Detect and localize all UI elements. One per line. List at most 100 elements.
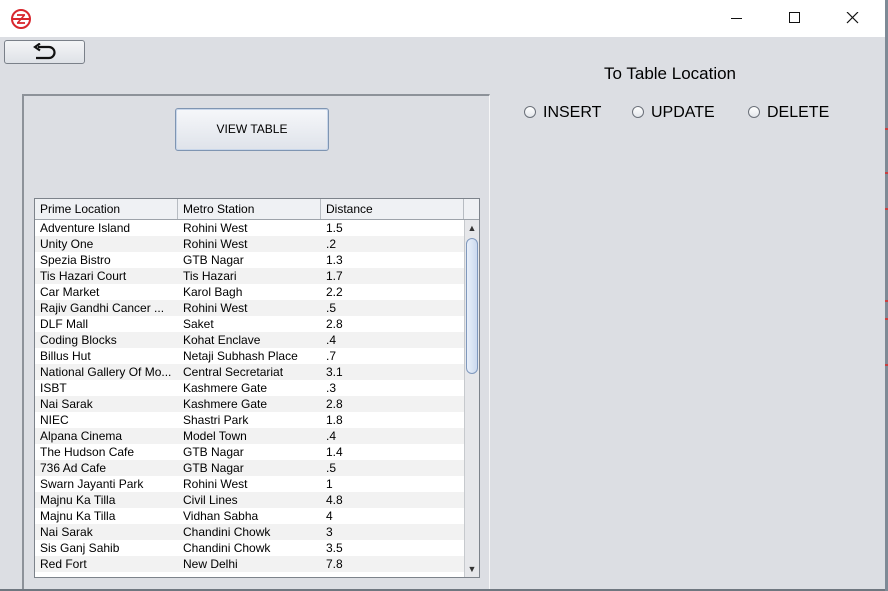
table-cell: NIEC: [40, 413, 69, 427]
table-row[interactable]: Majnu Ka Tilla Civil Lines 4.8: [35, 492, 464, 508]
table-cell: 1: [326, 477, 333, 491]
table-cell: Rohini West: [183, 301, 248, 315]
table-cell: GTB Nagar: [183, 445, 244, 459]
table-cell: .5: [326, 461, 337, 475]
table-row[interactable]: Nai Sarak Chandini Chowk 3: [35, 524, 464, 540]
table-row[interactable]: Rajiv Gandhi Cancer ... Rohini West .5: [35, 300, 464, 316]
table-cell: 1.7: [326, 269, 343, 283]
table-cell: Rohini West: [183, 477, 248, 491]
table-cell: Red Fort: [40, 557, 87, 571]
table-cell: Nai Sarak: [40, 525, 93, 539]
table-row[interactable]: Red Fort New Delhi 7.8: [35, 556, 464, 572]
table-cell: Netaji Subhash Place: [183, 349, 298, 363]
radio-circle-icon: [632, 106, 644, 118]
table-row[interactable]: The Hudson Cafe GTB Nagar 1.4: [35, 444, 464, 460]
table-cell: 7.8: [326, 557, 343, 571]
table-cell: The Hudson Cafe: [40, 445, 135, 459]
table-cell: Majnu Ka Tilla: [40, 509, 116, 523]
scrollbar-thumb[interactable]: [466, 238, 478, 374]
table-cell: Kohat Enclave: [183, 333, 261, 347]
table-cell: Swarn Jayanti Park: [40, 477, 144, 491]
update-label: UPDATE: [651, 104, 715, 121]
table-cell: Vidhan Sabha: [183, 509, 259, 523]
insert-label: INSERT: [543, 104, 602, 121]
vertical-scrollbar[interactable]: ▲ ▼: [464, 220, 479, 577]
table-row[interactable]: Unity One Rohini West .2: [35, 236, 464, 252]
scroll-up-arrow-icon[interactable]: ▲: [466, 221, 478, 235]
table-cell: 1.5: [326, 221, 343, 235]
table-cell: Chandini Chowk: [183, 541, 271, 555]
table-row[interactable]: National Gallery Of Mo... Central Secreta…: [35, 364, 464, 380]
table-row[interactable]: Swarn Jayanti Park Rohini West 1: [35, 476, 464, 492]
table-cell: 1.8: [326, 413, 343, 427]
table-cell: Unity One: [40, 237, 94, 251]
column-header-distance[interactable]: Distance: [321, 199, 464, 219]
table-cell: .5: [326, 301, 337, 315]
maximize-button[interactable]: [766, 0, 824, 37]
table-cell: National Gallery Of Mo...: [40, 365, 172, 379]
to-table-location-title: To Table Location: [604, 64, 737, 83]
table-cell: Civil Lines: [183, 493, 238, 507]
close-button[interactable]: [824, 0, 882, 37]
table-cell: DLF Mall: [40, 317, 89, 331]
column-header-metro-station[interactable]: Metro Station: [178, 199, 321, 219]
table-cell: .4: [326, 429, 337, 443]
table-cell: Spezia Bistro: [40, 253, 111, 267]
table-cell: Model Town: [183, 429, 247, 443]
table-cell: 2.2: [326, 285, 343, 299]
table-cell: Tis Hazari: [183, 269, 237, 283]
table-cell: Rajiv Gandhi Cancer ...: [40, 301, 165, 315]
table-cell: 736 Ad Cafe: [40, 461, 107, 475]
table-cell: ISBT: [40, 381, 67, 395]
table-cell: Car Market: [40, 285, 100, 299]
table-row[interactable]: Car Market Karol Bagh 2.2: [35, 284, 464, 300]
radio-circle-icon: [524, 106, 536, 118]
table-row[interactable]: DLF Mall Saket 2.8: [35, 316, 464, 332]
table-cell: Nai Sarak: [40, 397, 93, 411]
table-cell: Rohini West: [183, 237, 248, 251]
table-row[interactable]: ISBT Kashmere Gate .3: [35, 380, 464, 396]
table-cell: 3: [326, 525, 333, 539]
location-table[interactable]: Prime Location Metro Station Distance Ad…: [34, 198, 480, 578]
table-cell: Sis Ganj Sahib: [40, 541, 120, 555]
table-cell: Tis Hazari Court: [40, 269, 127, 283]
table-cell: 1.3: [326, 253, 343, 267]
radio-circle-icon: [748, 106, 760, 118]
table-cell: Chandini Chowk: [183, 525, 271, 539]
table-row[interactable]: NIEC Shastri Park 1.8: [35, 412, 464, 428]
table-row[interactable]: Spezia Bistro GTB Nagar 1.3: [35, 252, 464, 268]
table-cell: Rohini West: [183, 221, 248, 235]
table-cell: New Delhi: [183, 557, 238, 571]
table-row[interactable]: Tis Hazari Court Tis Hazari 1.7: [35, 268, 464, 284]
table-row[interactable]: Sis Ganj Sahib Chandini Chowk 3.5: [35, 540, 464, 556]
table-cell: Karol Bagh: [183, 285, 243, 299]
table-cell: .3: [326, 381, 337, 395]
table-row[interactable]: Nai Sarak Kashmere Gate 2.8: [35, 396, 464, 412]
table-cell: GTB Nagar: [183, 461, 244, 475]
table-cell: 2.8: [326, 397, 343, 411]
table-cell: Saket: [183, 317, 214, 331]
minimize-button[interactable]: [708, 0, 766, 37]
table-cell: 3.5: [326, 541, 343, 555]
view-table-button[interactable]: VIEW TABLE: [175, 108, 329, 151]
back-button[interactable]: [4, 40, 85, 64]
table-cell: 4.8: [326, 493, 343, 507]
table-row[interactable]: Majnu Ka Tilla Vidhan Sabha 4: [35, 508, 464, 524]
table-row[interactable]: Alpana Cinema Model Town .4: [35, 428, 464, 444]
title-bar: [0, 0, 885, 37]
table-cell: 1.4: [326, 445, 343, 459]
table-row[interactable]: Adventure Island Rohini West 1.5: [35, 220, 464, 236]
table-cell: Coding Blocks: [40, 333, 117, 347]
scroll-down-arrow-icon[interactable]: ▼: [466, 562, 478, 576]
table-row[interactable]: 736 Ad Cafe GTB Nagar .5: [35, 460, 464, 476]
table-cell: 2.8: [326, 317, 343, 331]
table-cell: Central Secretariat: [183, 365, 284, 379]
table-cell: Shastri Park: [183, 413, 249, 427]
table-row[interactable]: Coding Blocks Kohat Enclave .4: [35, 332, 464, 348]
table-cell: Adventure Island: [40, 221, 131, 235]
table-cell: .2: [326, 237, 337, 251]
table-cell: Majnu Ka Tilla: [40, 493, 116, 507]
column-header-prime-location[interactable]: Prime Location: [35, 199, 178, 219]
delhi-metro-logo-icon: [10, 8, 32, 30]
table-row[interactable]: Billus Hut Netaji Subhash Place .7: [35, 348, 464, 364]
